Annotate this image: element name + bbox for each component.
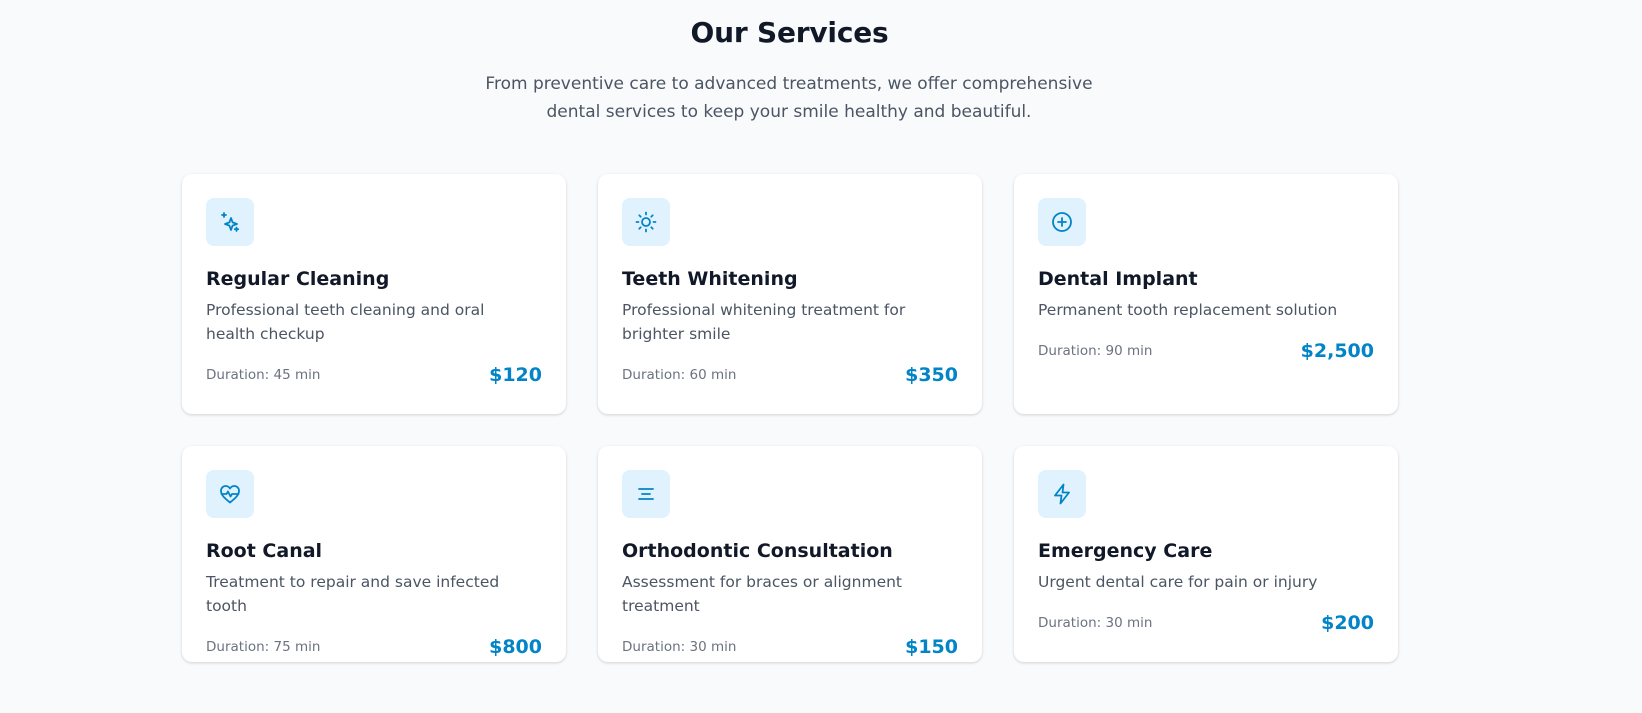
service-price: $200 [1321,612,1374,634]
service-card-orthodontic-consultation[interactable]: Orthodontic Consultation Assessment for … [598,446,982,662]
service-price: $350 [905,364,958,386]
service-title: Regular Cleaning [206,268,390,290]
service-description: Treatment to repair and save infected to… [206,573,500,615]
service-duration: Duration: 90 min [1038,343,1153,359]
service-description: Professional teeth cleaning and oral hea… [206,301,485,343]
service-price: $2,500 [1300,340,1374,362]
service-duration: Duration: 45 min [206,367,321,383]
service-footer: Duration: 30 min $200 [1038,612,1374,634]
service-title: Teeth Whitening [622,268,798,290]
service-title: Emergency Care [1038,540,1213,562]
services-section: Our Services From preventive care to adv… [0,0,1642,713]
service-title: Dental Implant [1038,268,1198,290]
plus-circle-icon [1038,198,1086,246]
service-footer: Duration: 30 min $150 [622,636,958,658]
service-footer: Duration: 75 min $800 [206,636,542,658]
service-duration: Duration: 60 min [622,367,737,383]
section-subtitle: From preventive care to advanced treatme… [485,74,1093,122]
service-description: Professional whitening treatment for bri… [622,301,906,343]
service-price: $120 [489,364,542,386]
service-description: Permanent tooth replacement solution [1038,301,1338,319]
service-card-regular-cleaning[interactable]: Regular Cleaning Professional teeth clea… [182,174,566,414]
sun-icon [622,198,670,246]
sparkles-icon [206,198,254,246]
service-duration: Duration: 30 min [622,639,737,655]
service-price: $800 [489,636,542,658]
service-footer: Duration: 90 min $2,500 [1038,340,1374,362]
lightning-icon [1038,470,1086,518]
service-duration: Duration: 30 min [1038,615,1153,631]
service-footer: Duration: 60 min $350 [622,364,958,386]
service-card-emergency-care[interactable]: Emergency Care Urgent dental care for pa… [1014,446,1398,662]
service-price: $150 [905,636,958,658]
section-title: Our Services [690,16,889,49]
service-description: Urgent dental care for pain or injury [1038,573,1318,591]
service-title: Orthodontic Consultation [622,540,893,562]
service-card-root-canal[interactable]: Root Canal Treatment to repair and save … [182,446,566,662]
service-card-teeth-whitening[interactable]: Teeth Whitening Professional whitening t… [598,174,982,414]
services-grid: Regular Cleaning Professional teeth clea… [182,174,1398,662]
service-title: Root Canal [206,540,323,562]
heart-pulse-icon [206,470,254,518]
service-description: Assessment for braces or alignment treat… [622,573,903,615]
service-footer: Duration: 45 min $120 [206,364,542,386]
service-card-dental-implant[interactable]: Dental Implant Permanent tooth replaceme… [1014,174,1398,414]
align-center-icon [622,470,670,518]
service-duration: Duration: 75 min [206,639,321,655]
